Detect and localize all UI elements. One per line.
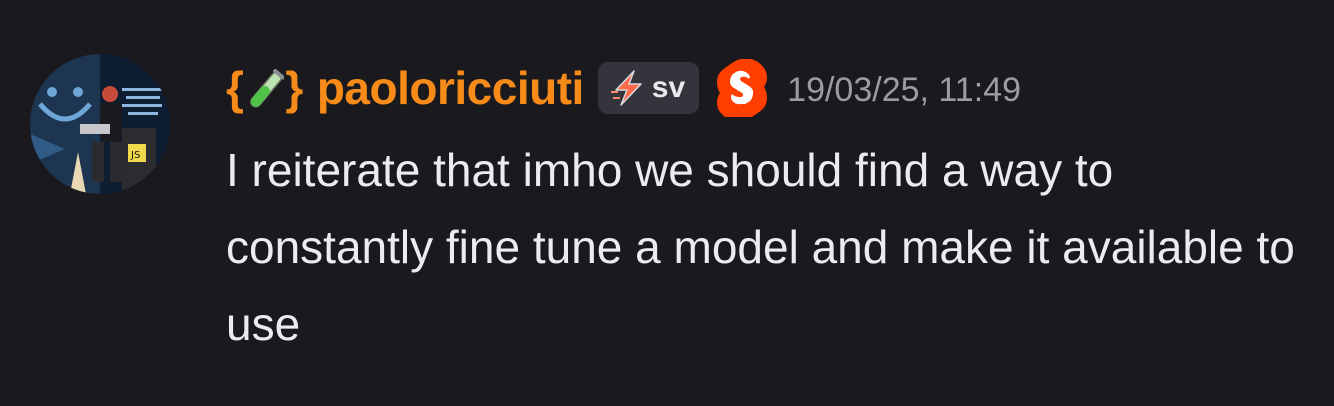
username[interactable]: { } paoloricciuti: [226, 61, 584, 115]
svelte-logo-icon[interactable]: [717, 59, 771, 117]
username-text: paoloricciuti: [316, 62, 584, 114]
guild-tag-badge[interactable]: sv: [597, 62, 700, 114]
message-content: I reiterate that imho we should find a w…: [226, 144, 1295, 350]
lightning-bolt-icon: [610, 70, 642, 106]
username-suffix: }: [285, 62, 303, 114]
guild-tag-text: sv: [651, 71, 686, 104]
message-header: { } paoloricciuti sv 19/03/25, 11:49: [226, 56, 1021, 120]
message-timestamp[interactable]: 19/03/25, 11:49: [787, 71, 1021, 110]
user-avatar[interactable]: JS: [30, 54, 170, 194]
username-prefix: {: [226, 62, 244, 114]
chat-message: JS { } paoloricciuti sv 19/03/25, 11:49 …: [0, 0, 1334, 406]
svg-text:JS: JS: [130, 150, 140, 161]
test-tube-icon: [250, 69, 285, 108]
